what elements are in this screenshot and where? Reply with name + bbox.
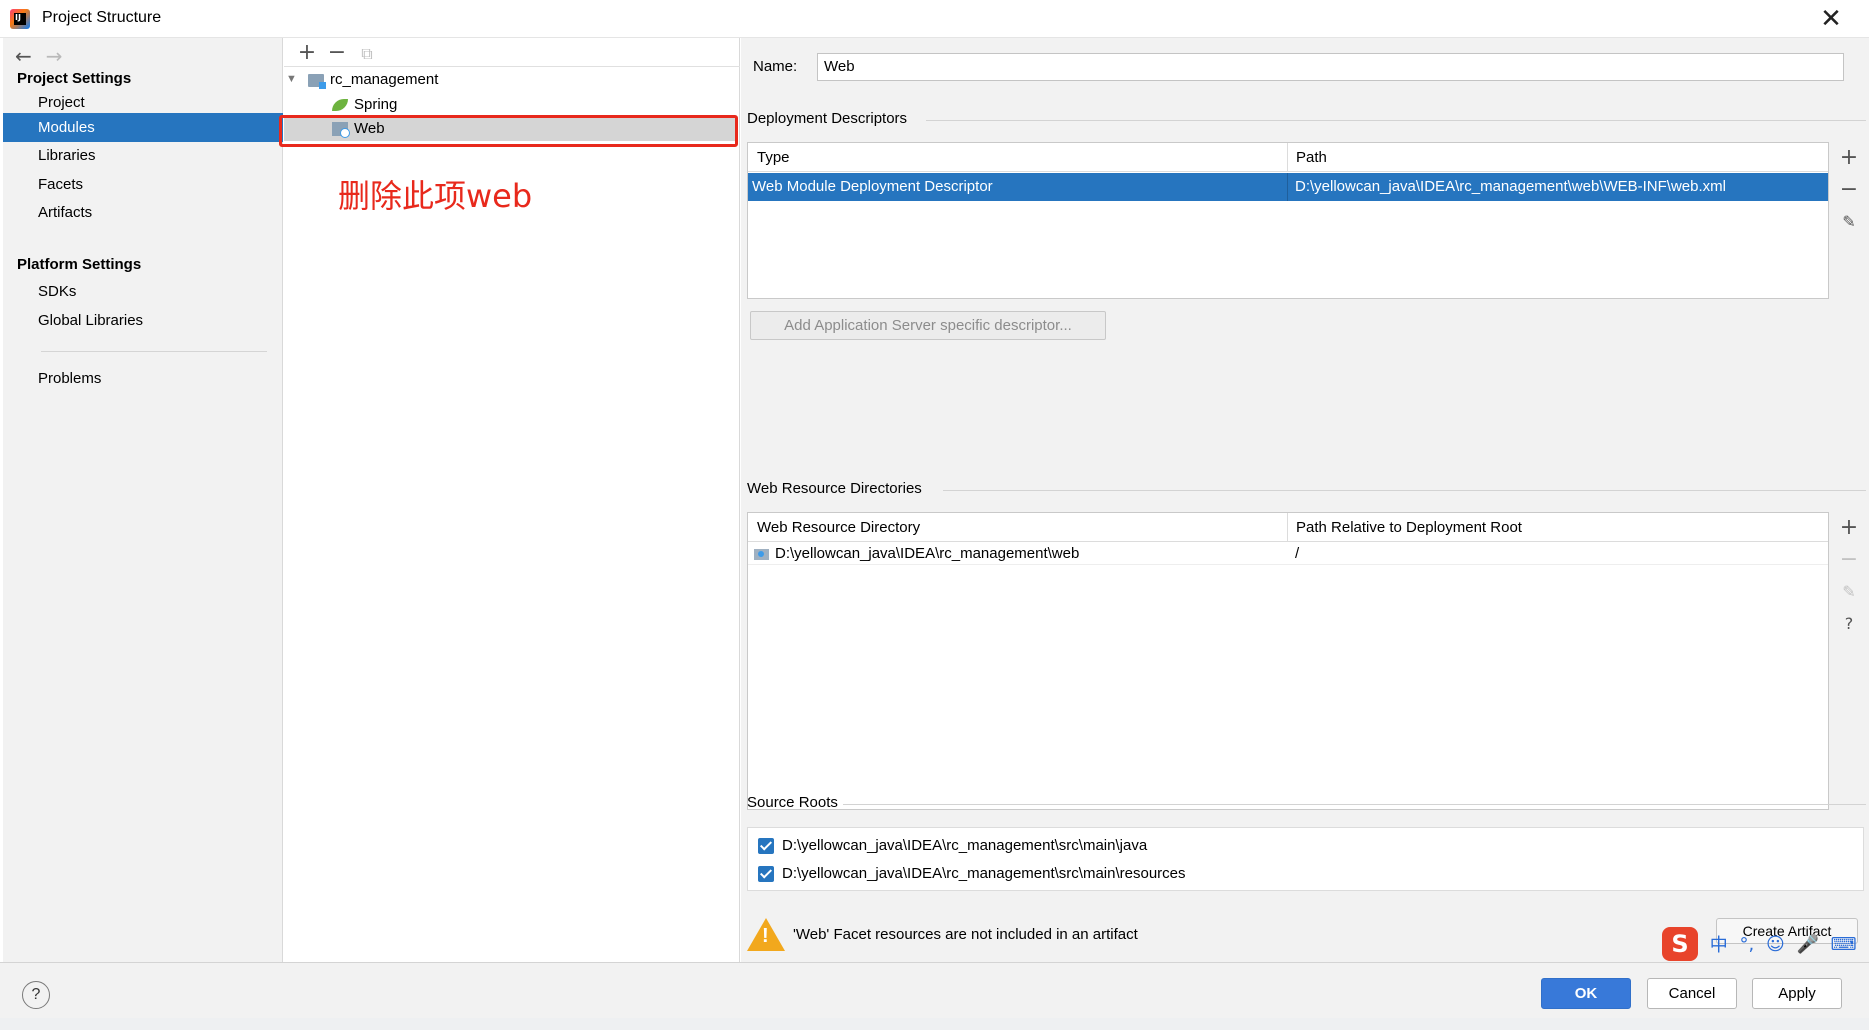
column-divider bbox=[1287, 173, 1288, 201]
web-folder-icon bbox=[754, 548, 769, 560]
checkbox-checked[interactable] bbox=[758, 866, 774, 883]
settings-navigation: ← → Project Settings Project Modules Libr… bbox=[3, 38, 283, 962]
tree-node-label: Spring bbox=[354, 96, 398, 113]
help-button[interactable]: ? bbox=[22, 981, 50, 1009]
keyboard-icon[interactable]: ⌨ bbox=[1831, 934, 1857, 955]
add-resource-icon[interactable]: + bbox=[1831, 512, 1867, 544]
descriptor-path-cell: D:\yellowcan_java\IDEA\rc_management\web… bbox=[1295, 178, 1726, 195]
close-icon[interactable]: ✕ bbox=[1816, 4, 1846, 34]
source-roots-heading: Source Roots bbox=[747, 794, 838, 811]
resource-actions: + − ✎ ? bbox=[1831, 512, 1867, 640]
deployment-descriptors-heading: Deployment Descriptors bbox=[747, 110, 908, 127]
add-icon[interactable]: + bbox=[292, 40, 322, 65]
copy-icon: ⧉ bbox=[361, 44, 373, 63]
ime-toolbar: S 中 °, ☺ 🎤 ⌨ bbox=[1662, 927, 1857, 963]
warning-message: 'Web' Facet resources are not included i… bbox=[793, 926, 1138, 943]
window-title: Project Structure bbox=[42, 9, 162, 26]
history-navigation: ← → bbox=[15, 44, 63, 68]
nav-item-libraries[interactable]: Libraries bbox=[3, 141, 283, 170]
group-divider bbox=[926, 120, 1866, 121]
add-descriptor-icon[interactable]: + bbox=[1831, 142, 1867, 174]
descriptor-actions: + − ✎ bbox=[1831, 142, 1867, 238]
source-root-path: D:\yellowcan_java\IDEA\rc_management\src… bbox=[782, 865, 1186, 882]
nav-item-global-libraries[interactable]: Global Libraries bbox=[3, 306, 283, 335]
cancel-button[interactable]: Cancel bbox=[1647, 978, 1737, 1009]
remove-resource-icon: − bbox=[1839, 547, 1859, 572]
resource-directory-path: D:\yellowcan_java\IDEA\rc_management\web bbox=[775, 545, 1080, 562]
group-divider bbox=[943, 490, 1866, 491]
web-resource-directories-heading: Web Resource Directories bbox=[747, 480, 922, 497]
annotation-text: 删除此项web bbox=[338, 177, 533, 215]
sogou-ime-logo[interactable]: S bbox=[1662, 927, 1698, 961]
column-header-directory[interactable]: Web Resource Directory bbox=[748, 513, 920, 542]
emoji-icon[interactable]: ☺ bbox=[1766, 934, 1785, 955]
edit-resource-icon: ✎ bbox=[1842, 582, 1856, 601]
table-row[interactable]: D:\yellowcan_java\IDEA\rc_management\web… bbox=[748, 543, 1828, 565]
microphone-icon[interactable]: 🎤 bbox=[1796, 934, 1818, 955]
resource-directory-cell: D:\yellowcan_java\IDEA\rc_management\web bbox=[754, 543, 1079, 565]
punctuation-icon[interactable]: °, bbox=[1739, 934, 1754, 955]
source-root-item[interactable]: D:\yellowcan_java\IDEA\rc_management\src… bbox=[758, 862, 1186, 886]
back-arrow-icon[interactable]: ← bbox=[15, 44, 32, 68]
nav-divider bbox=[41, 351, 267, 352]
column-header-path[interactable]: Path bbox=[1287, 143, 1327, 172]
annotation-highlight-box bbox=[279, 115, 738, 147]
expand-arrow-icon[interactable]: ▼ bbox=[286, 73, 297, 85]
facet-settings-panel: Name: Web Deployment Descriptors Type Pa… bbox=[741, 38, 1869, 962]
column-header-type[interactable]: Type bbox=[748, 143, 790, 172]
module-folder-icon bbox=[308, 73, 326, 89]
relative-path-cell: / bbox=[1295, 545, 1300, 562]
dialog-footer: ? OK Cancel Apply bbox=[0, 962, 1869, 1018]
descriptor-type-cell: Web Module Deployment Descriptor bbox=[752, 178, 993, 195]
group-divider bbox=[843, 804, 1866, 805]
nav-item-modules[interactable]: Modules bbox=[3, 113, 283, 142]
nav-item-artifacts[interactable]: Artifacts bbox=[3, 198, 283, 227]
warning-icon: ! bbox=[747, 918, 785, 951]
apply-button[interactable]: Apply bbox=[1752, 978, 1842, 1009]
source-root-item[interactable]: D:\yellowcan_java\IDEA\rc_management\src… bbox=[758, 834, 1147, 858]
name-input[interactable]: Web bbox=[817, 53, 1844, 81]
name-label: Name: bbox=[753, 58, 798, 75]
intellij-app-icon: IJ bbox=[10, 9, 30, 29]
web-resource-directories-table: Web Resource Directory Path Relative to … bbox=[747, 512, 1829, 810]
ok-button[interactable]: OK bbox=[1541, 978, 1631, 1009]
nav-item-sdks[interactable]: SDKs bbox=[3, 277, 283, 306]
edit-descriptor-icon[interactable]: ✎ bbox=[1831, 206, 1867, 238]
remove-icon[interactable]: − bbox=[322, 40, 352, 65]
column-header-relative-path[interactable]: Path Relative to Deployment Root bbox=[1287, 513, 1522, 542]
project-settings-heading: Project Settings bbox=[17, 70, 132, 87]
tree-node-rc-management[interactable]: rc_management bbox=[308, 67, 438, 92]
checkbox-checked[interactable] bbox=[758, 838, 774, 855]
platform-settings-heading: Platform Settings bbox=[17, 256, 142, 273]
tree-node-spring[interactable]: Spring bbox=[332, 92, 397, 117]
table-row[interactable]: Web Module Deployment Descriptor D:\yell… bbox=[748, 173, 1828, 201]
deployment-descriptors-table: Type Path Web Module Deployment Descript… bbox=[747, 142, 1829, 299]
source-root-path: D:\yellowcan_java\IDEA\rc_management\src… bbox=[782, 837, 1148, 854]
source-roots-list: D:\yellowcan_java\IDEA\rc_management\src… bbox=[747, 827, 1864, 891]
help-icon[interactable]: ? bbox=[1831, 608, 1867, 640]
spring-leaf-icon bbox=[332, 99, 348, 112]
tree-node-label: rc_management bbox=[330, 71, 439, 88]
nav-item-facets[interactable]: Facets bbox=[3, 170, 283, 199]
chinese-mode-icon[interactable]: 中 bbox=[1710, 931, 1728, 957]
forward-arrow-icon: → bbox=[45, 44, 63, 68]
table-header: Type Path bbox=[748, 143, 1828, 172]
add-server-descriptor-button: Add Application Server specific descript… bbox=[750, 311, 1106, 340]
table-header: Web Resource Directory Path Relative to … bbox=[748, 513, 1828, 542]
title-bar: IJ Project Structure ✕ bbox=[0, 0, 1869, 38]
nav-item-problems[interactable]: Problems bbox=[3, 364, 283, 393]
background-window-strip bbox=[0, 1018, 1869, 1030]
remove-descriptor-icon[interactable]: − bbox=[1831, 174, 1867, 206]
